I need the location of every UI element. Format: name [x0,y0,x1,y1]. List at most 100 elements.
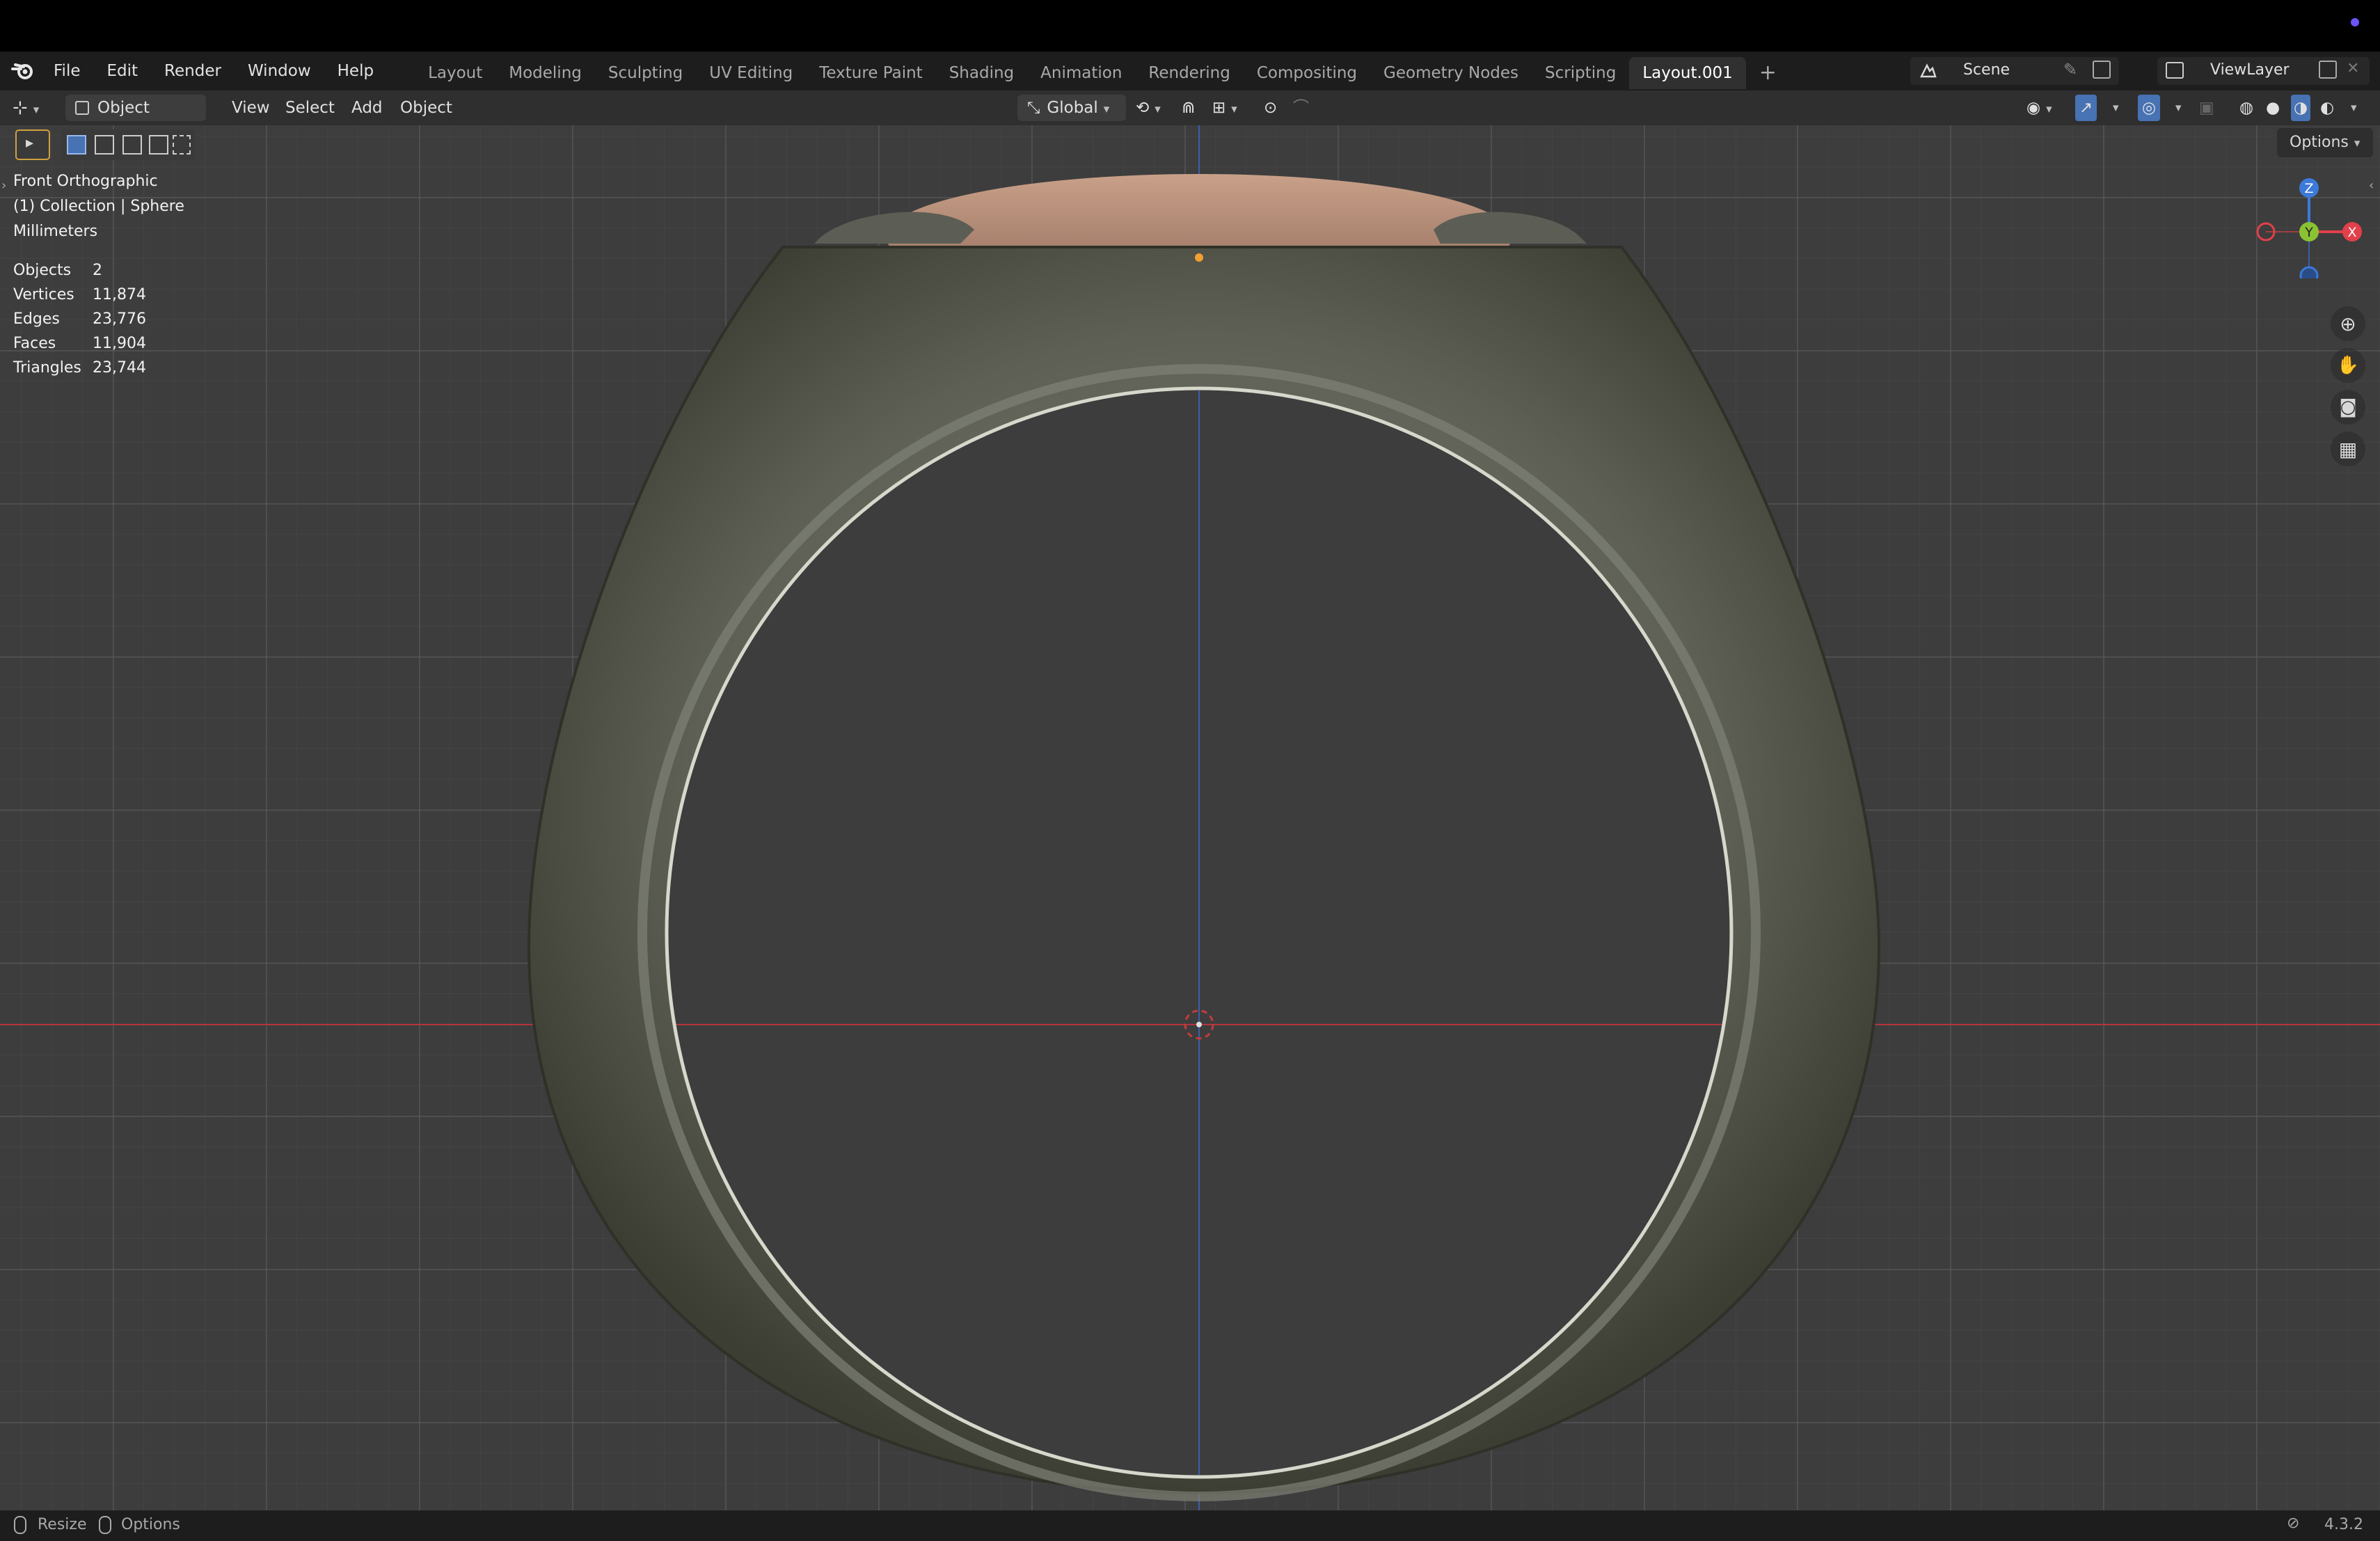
shading-material-button[interactable]: ◑ [2291,95,2311,121]
stat-value: 23,744 [93,359,146,377]
options-dropdown[interactable]: Options ▾ [2277,128,2373,157]
stat-label: Vertices [13,286,74,303]
shading-wireframe-button[interactable]: ◍ [2239,95,2253,121]
toolbar-collapse-arrow-icon[interactable]: › [1,178,6,193]
close-icon[interactable]: ✕ [2347,60,2359,77]
stat-faces: Faces 11,904 [13,335,146,352]
perspective-toggle-button[interactable]: ▦ [2331,432,2365,466]
select-intersect-icon[interactable] [173,135,191,155]
shading-rendered-button[interactable]: ◐ [2320,95,2334,121]
scene-selector[interactable]: Scene ✎ [1910,57,2119,85]
gizmo-icon: ↗ [2079,99,2093,117]
stat-label: Edges [13,310,60,328]
tab-layout[interactable]: Layout [415,57,495,89]
header-menu-object[interactable]: Object [400,95,452,121]
view-name: Front Orthographic [13,173,158,190]
select-extend-icon[interactable] [95,135,114,155]
xray-toggle[interactable]: ▣ [2199,95,2214,121]
selection-mode-group[interactable] [61,129,195,160]
pan-button[interactable]: ✋ [2331,348,2365,383]
tab-rendering[interactable]: Rendering [1135,57,1243,89]
overlays-dropdown-chevron-icon[interactable]: ▾ [2175,95,2182,121]
snap-increment-icon: ⊞ [1212,99,1226,117]
camera-view-button[interactable]: ◙ [2331,390,2365,425]
stat-label: Objects [13,262,72,279]
select-subtract-icon[interactable] [122,135,142,155]
navigation-gizmo[interactable]: Z X Y [2248,174,2366,278]
snap-toggle[interactable]: ⋒ [1182,95,1195,121]
network-off-icon: ⊘ [2287,1515,2300,1532]
eye-icon: ◉ [2026,99,2041,117]
3d-viewport[interactable]: ▸ Front Orthographic (1) Collection | Sp… [0,125,2380,1510]
new-scene-icon[interactable] [2093,61,2111,79]
cursor-arrow-icon: ▸ [26,134,34,152]
shading-solid-button[interactable]: ● [2266,95,2280,121]
sidebar-collapse-arrow-icon[interactable]: ‹ [2369,178,2374,193]
tab-animation[interactable]: Animation [1027,57,1135,89]
select-new-icon[interactable] [67,135,86,155]
header-menu-view[interactable]: View [232,95,270,121]
zoom-button[interactable]: ⊕ [2331,306,2365,341]
select-invert-icon[interactable] [149,135,168,155]
scene-name[interactable]: Scene [1963,61,2010,79]
snap-target-dropdown[interactable]: ⊞ ▾ [1212,95,1237,121]
shading-dropdown-chevron-icon[interactable]: ▾ [2351,95,2357,121]
menu-edit[interactable]: Edit [94,52,152,90]
tab-texture-paint[interactable]: Texture Paint [806,57,935,89]
tab-shading[interactable]: Shading [936,57,1027,89]
tab-geometry-nodes[interactable]: Geometry Nodes [1370,57,1532,89]
proportional-icon: ⊙ [1264,99,1278,117]
chevron-down-icon: ▾ [33,103,40,117]
orientation-dropdown[interactable]: ⤡ Global ▾ [1017,95,1126,121]
object-mode-icon [75,101,89,115]
menu-window[interactable]: Window [235,52,324,90]
editor-type-dropdown[interactable]: ⊹ ▾ [13,95,56,121]
viewlayer-name[interactable]: ViewLayer [2210,61,2290,79]
tab-modeling[interactable]: Modeling [495,57,595,89]
wireframe-sphere-icon: ◍ [2239,99,2254,117]
stat-objects: Objects 2 [13,262,102,279]
proportional-edit-toggle[interactable]: ⊙ [1264,95,1277,121]
viewlayer-icon [2166,62,2184,79]
mouse-right-icon [99,1516,111,1534]
mode-dropdown[interactable]: Object Mode▾ [65,95,206,143]
rendered-sphere-icon: ◐ [2320,99,2335,117]
camera-icon: ◙ [2339,397,2357,418]
add-workspace-button[interactable]: + [1746,57,1790,89]
new-viewlayer-icon[interactable] [2319,61,2337,79]
material-sphere-icon: ◑ [2294,99,2308,117]
stat-label: Triangles [13,359,81,377]
header-menu-select[interactable]: Select [285,95,335,121]
pivot-dropdown[interactable]: ⟲ ▾ [1136,95,1161,121]
tool-select-box[interactable]: ▸ [15,129,50,160]
tab-layout-001[interactable]: Layout.001 [1629,57,1746,89]
zoom-icon: ⊕ [2340,312,2356,335]
mouse-left-icon [14,1516,26,1534]
pin-icon[interactable]: ✎ [2063,60,2077,79]
options-label: Options [2290,134,2349,151]
chevron-down-icon: ▾ [2354,136,2361,150]
pivot-icon: ⟲ [1136,99,1150,117]
menu-help[interactable]: Help [324,52,387,90]
tab-compositing[interactable]: Compositing [1244,57,1370,89]
indicator-dot [2351,18,2359,26]
gizmo-dropdown-chevron-icon[interactable]: ▾ [2113,95,2119,121]
menu-file[interactable]: File [40,52,94,90]
tab-scripting[interactable]: Scripting [1532,57,1629,89]
overlays-toggle[interactable]: ◎ [2138,95,2161,121]
tab-sculpting[interactable]: Sculpting [595,57,696,89]
falloff-dropdown[interactable]: ⌒ [1293,95,1309,121]
gizmo-toggle[interactable]: ↗ [2075,95,2097,121]
version-label: 4.3.2 [2324,1516,2363,1533]
header-menu-add[interactable]: Add [351,95,383,121]
tab-uv-editing[interactable]: UV Editing [696,57,806,89]
units-info: Millimeters [13,223,98,240]
gizmo-y-label: Y [2304,225,2313,240]
menu-render[interactable]: Render [151,52,235,90]
blender-logo-icon[interactable] [11,61,40,81]
visibility-dropdown[interactable]: ◉ ▾ [2026,95,2052,121]
viewlayer-selector[interactable]: ViewLayer ✕ [2157,57,2370,85]
status-options-label: Options [121,1516,180,1533]
orientation-label: Global [1047,99,1098,117]
collection-info: (1) Collection | Sphere [13,198,184,215]
